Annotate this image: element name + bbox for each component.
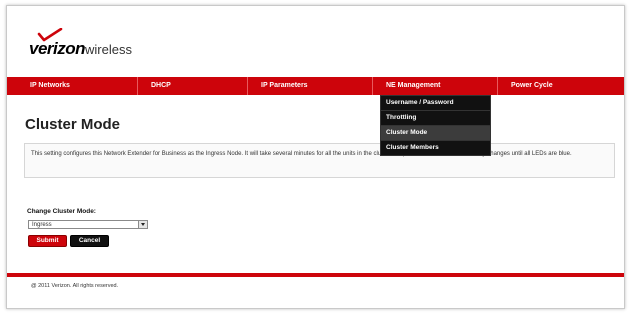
ne-management-dropdown: Username / Password Throttling Cluster M… (380, 95, 491, 156)
info-text: This setting configures this Network Ext… (31, 151, 572, 157)
cluster-mode-label: Change Cluster Mode: (27, 208, 96, 215)
nav-ne-management[interactable]: NE Management (372, 77, 497, 95)
logo-suffix-text: wireless (85, 42, 132, 57)
verizon-logo: verizonwireless (29, 28, 169, 57)
footer-divider (7, 273, 624, 277)
logo-brand-text: verizon (29, 39, 86, 58)
logo-wordmark: verizonwireless (29, 40, 132, 58)
chevron-down-icon[interactable] (138, 221, 147, 228)
nav-dhcp[interactable]: DHCP (137, 77, 247, 95)
main-navbar: IP Networks DHCP IP Parameters NE Manage… (7, 77, 624, 95)
footer-copyright: @ 2011 Verizon. All rights reserved. (31, 283, 119, 289)
submit-button[interactable]: Submit (28, 235, 67, 247)
menu-item-throttling[interactable]: Throttling (381, 111, 490, 126)
nav-ip-networks[interactable]: IP Networks (17, 77, 137, 95)
cancel-button[interactable]: Cancel (70, 235, 109, 247)
info-box: This setting configures this Network Ext… (24, 143, 615, 178)
cluster-mode-select[interactable]: Ingress (28, 220, 148, 229)
browser-page: verizonwireless IP Networks DHCP IP Para… (6, 5, 625, 309)
nav-ip-parameters[interactable]: IP Parameters (247, 77, 372, 95)
menu-item-cluster-mode[interactable]: Cluster Mode (381, 126, 490, 141)
cluster-mode-value: Ingress (32, 222, 52, 228)
page-title: Cluster Mode (25, 116, 121, 133)
menu-item-username-password[interactable]: Username / Password (381, 96, 490, 111)
nav-power-cycle[interactable]: Power Cycle (497, 77, 614, 95)
menu-item-cluster-members[interactable]: Cluster Members (381, 141, 490, 155)
